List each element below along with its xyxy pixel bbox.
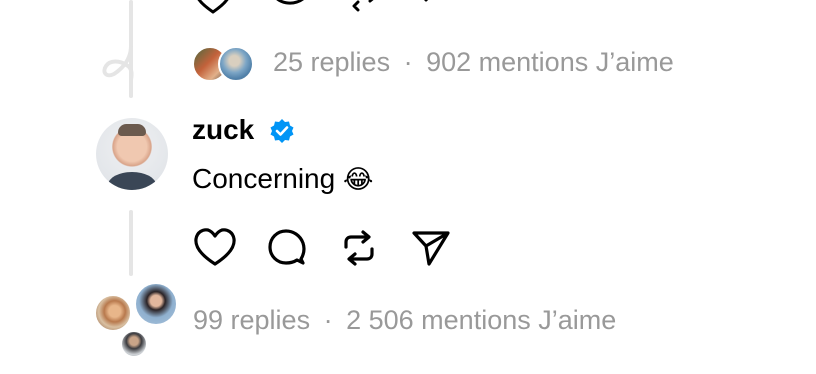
thread-line-main xyxy=(129,210,133,276)
heart-icon[interactable] xyxy=(193,228,237,268)
share-icon[interactable] xyxy=(411,229,451,267)
likes-count-link[interactable]: 902 mentions J’aime xyxy=(426,47,674,77)
reply-avatars[interactable] xyxy=(94,282,180,358)
tears-of-joy-emoji: 😂 xyxy=(342,164,374,194)
meta-separator: · xyxy=(403,47,413,77)
replies-count-link[interactable]: 99 replies xyxy=(193,305,310,335)
reply-avatar xyxy=(94,294,132,332)
prev-reply-avatars[interactable] xyxy=(192,46,254,82)
repost-icon[interactable] xyxy=(346,0,386,14)
comment-icon[interactable] xyxy=(267,229,307,267)
share-icon[interactable] xyxy=(416,0,452,14)
replies-count-link[interactable]: 25 replies xyxy=(273,47,390,77)
repost-icon[interactable] xyxy=(340,229,378,267)
heart-icon[interactable] xyxy=(192,0,234,14)
likes-count-link[interactable]: 2 506 mentions J’aime xyxy=(346,305,616,335)
reply-avatar xyxy=(218,46,254,82)
reply-avatar xyxy=(134,282,178,326)
comment-icon[interactable] xyxy=(268,0,310,14)
prev-post-actions xyxy=(192,0,452,14)
post-text: Concerning 😂 xyxy=(192,163,373,195)
reply-avatar xyxy=(120,330,148,358)
thread-loop-icon xyxy=(100,44,140,82)
meta-separator: · xyxy=(323,305,333,335)
post-text-content: Concerning xyxy=(192,163,336,194)
prev-replies-summary: 25 replies · 902 mentions J’aime xyxy=(273,47,674,78)
author-username[interactable]: zuck xyxy=(192,114,254,146)
verified-badge-icon xyxy=(269,118,295,144)
replies-summary: 99 replies · 2 506 mentions J’aime xyxy=(193,305,616,336)
author-avatar[interactable] xyxy=(96,118,168,190)
